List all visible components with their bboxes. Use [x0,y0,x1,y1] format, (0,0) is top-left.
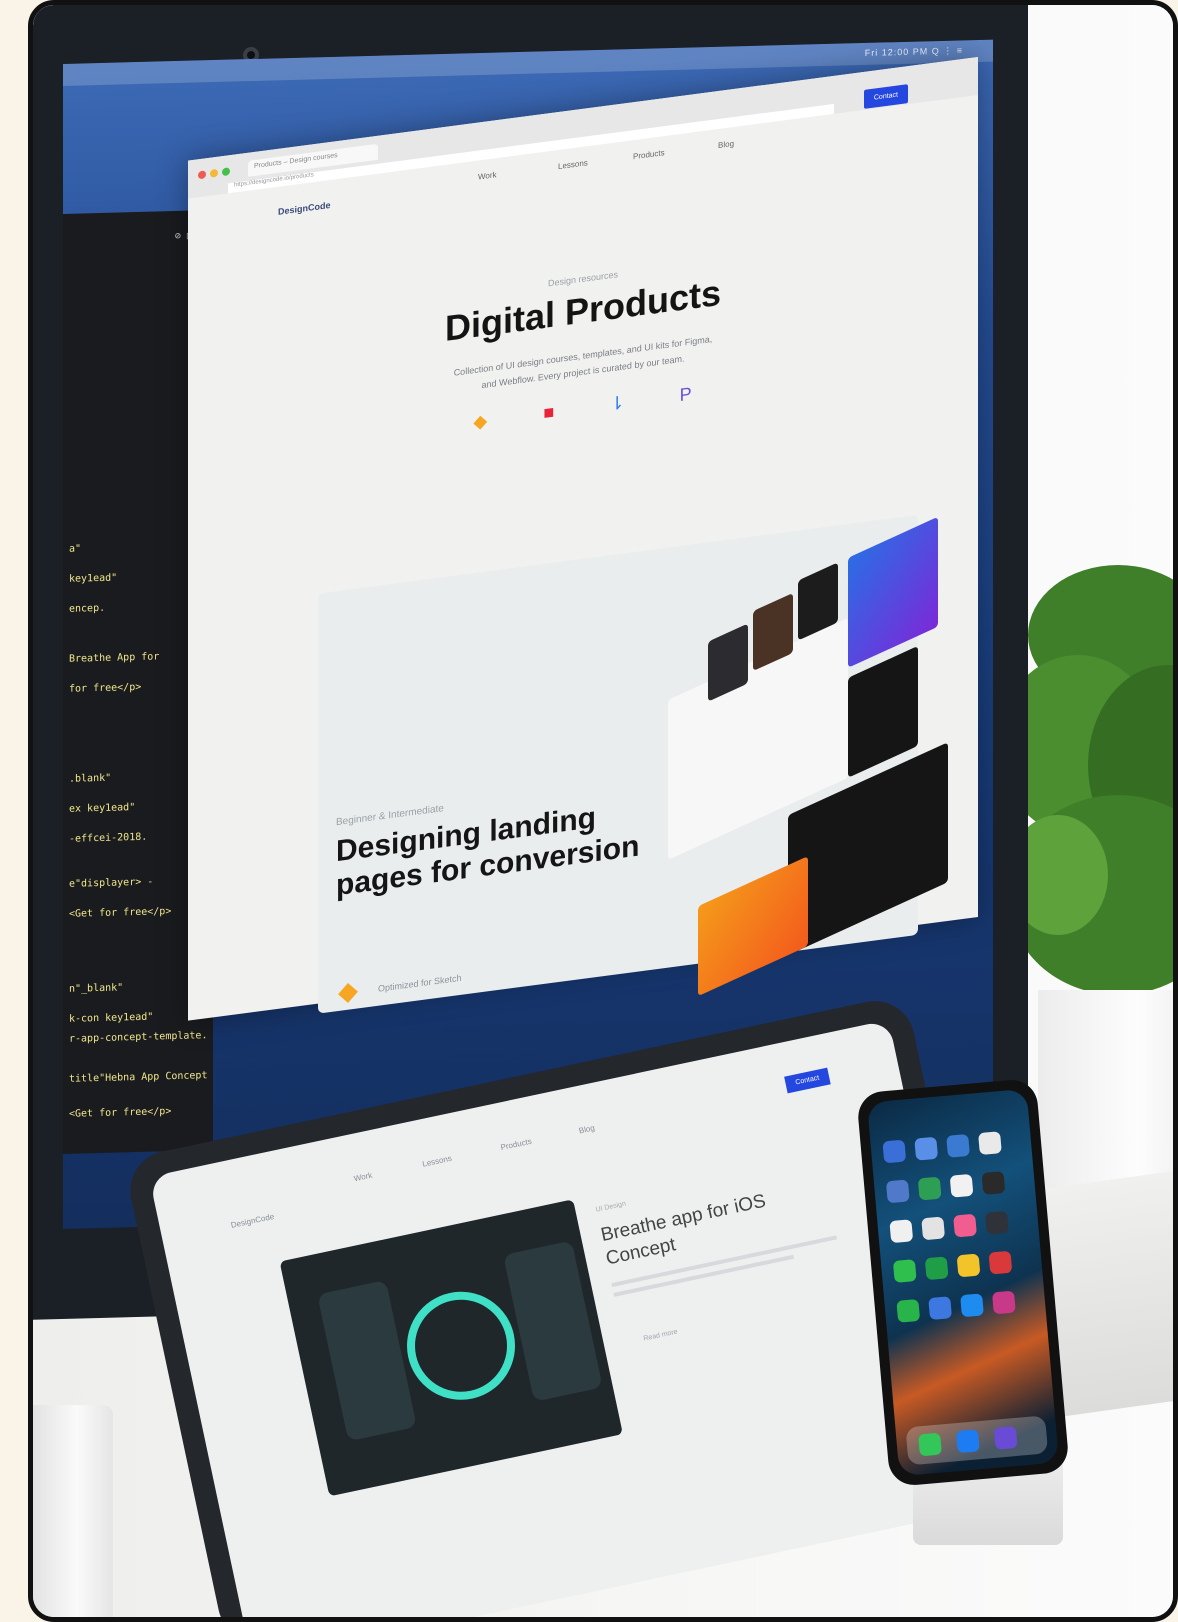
breathe-app-preview [279,1199,623,1497]
app-icon[interactable] [889,1219,914,1244]
nav-link-blog[interactable]: Blog [718,139,734,150]
product-card[interactable]: Beginner & Intermediate Designing landin… [318,514,948,1014]
sketch-icon: ◆ [338,974,358,1007]
smartphone [856,1077,1070,1488]
app-icon[interactable] [949,1173,974,1198]
code-line: r-app-concept-template. [69,1030,208,1045]
code-line: e"displayer> - [69,876,154,890]
app-icon[interactable] [985,1210,1009,1235]
hero-section: Design resources Digital Products Collec… [188,222,978,474]
code-line: k-con key1ead" [69,1011,154,1025]
messages-icon[interactable] [918,1432,942,1457]
card-footnote: Optimized for Sketch [378,972,462,994]
app-icon[interactable] [928,1296,953,1321]
app-icon[interactable] [978,1131,1002,1156]
tablet-nav-work[interactable]: Work [353,1171,373,1184]
tablet-contact-button[interactable]: Contact [784,1067,831,1094]
code-line: key1ead" [69,572,118,585]
app-icon[interactable] [885,1179,910,1204]
coffee-cup [33,1405,113,1617]
phone-dock [905,1415,1049,1466]
photos-icon[interactable] [953,1213,977,1238]
collage-tile [848,516,938,668]
code-line: -effcei-2018. [69,831,148,845]
code-line: n"_blank" [69,982,124,995]
menubar-status: Fri 12:00 PM Q ⋮ ≡ [864,45,963,58]
whatsapp-icon[interactable] [924,1256,949,1281]
app-icon[interactable] [914,1136,939,1161]
site-logo[interactable]: DesignCode [278,200,331,217]
maps-icon[interactable] [917,1176,942,1201]
figma-icon: ■ [543,401,555,424]
close-dot[interactable] [198,170,206,180]
code-line: a" [69,543,82,555]
code-line: .blank" [69,772,112,785]
tablet-nav-lessons[interactable]: Lessons [422,1154,453,1169]
instagram-icon[interactable] [991,1290,1016,1315]
breathe-app-graphic [319,1242,601,1440]
tablet-eyebrow: UI Design [595,1200,627,1214]
tablet-site-logo[interactable]: DesignCode [230,1212,275,1230]
phone-home-screen [866,1088,1060,1477]
tablet-read-more-link[interactable]: Read more [643,1329,678,1343]
nav-link-work[interactable]: Work [478,170,497,181]
collage-tile [848,645,918,778]
maximize-dot[interactable] [222,167,230,177]
browser-window: Products – Design courses https://design… [188,56,978,1021]
principle-icon: P [679,383,692,406]
app-icon[interactable] [946,1133,970,1158]
code-line: ex key1ead" [69,802,136,815]
app-icon[interactable] [981,1171,1006,1195]
app-icon[interactable] [956,1253,981,1278]
photo-frame: Fri 12:00 PM Q ⋮ ≡ ⊘ ▣ ⋯ a" key1ead" enc… [28,0,1178,1622]
code-line: Breathe App for [69,651,160,665]
code-line: encep. [69,602,106,615]
card-title: Designing landing pages for conversion [336,801,640,903]
code-line: for free</p> [69,681,142,695]
app-icon[interactable] [882,1139,907,1164]
nav-link-products[interactable]: Products [633,148,665,161]
product-collage [648,492,948,1019]
xd-icon: ⇂ [609,392,625,415]
app-icon[interactable] [892,1259,917,1283]
code-line: title"Hebna App Concept [69,1070,208,1085]
tablet-nav-products[interactable]: Products [500,1137,533,1152]
minimize-dot[interactable] [210,168,218,178]
nav-link-lessons[interactable]: Lessons [558,158,588,171]
code-line: <Get for free</p> [69,1106,172,1120]
safari-icon[interactable] [955,1429,980,1454]
tablet-nav-blog[interactable]: Blog [578,1123,596,1135]
collage-tile [698,856,808,997]
app-icon[interactable] [921,1216,946,1241]
phone-icon[interactable] [896,1298,921,1323]
messenger-icon[interactable] [960,1293,984,1318]
app-icon[interactable] [988,1250,1013,1275]
code-line: <Get for free</p> [69,906,172,920]
sketch-icon: ◆ [473,410,488,433]
tasks-icon[interactable] [993,1425,1018,1450]
